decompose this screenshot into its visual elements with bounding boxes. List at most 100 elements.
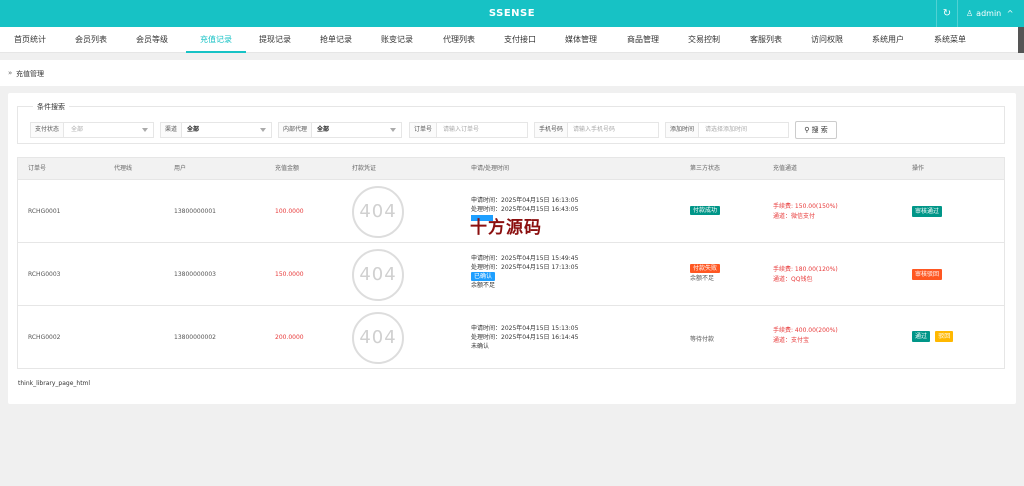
voucher-image[interactable]: 404 xyxy=(352,249,404,301)
breadcrumb-arrow-icon: » xyxy=(8,69,13,77)
refresh-icon[interactable]: ↻ xyxy=(936,0,958,27)
col-third-status: 第三方状态 xyxy=(690,165,721,172)
col-order-no: 订单号 xyxy=(28,165,47,172)
search-icon: ⚲ xyxy=(804,126,810,134)
col-user: 用户 xyxy=(174,165,187,172)
search-button[interactable]: ⚲ 搜 索 xyxy=(795,121,837,139)
channel-label: 渠道 xyxy=(161,123,183,137)
third-status-badge: 付款成功 xyxy=(690,206,721,215)
top-bar: SSENSE ↻ ♙ admin ^ xyxy=(0,0,1024,27)
fee: 手续费: 180.00(120%) xyxy=(773,266,838,273)
breadcrumb-text: 充值管理 xyxy=(16,70,44,78)
pay-status-value: 全部 xyxy=(71,126,84,133)
reject-button[interactable]: 审核驳回 xyxy=(912,269,943,280)
nav-item-system-users[interactable]: 系统用户 xyxy=(872,27,904,53)
voucher-image[interactable]: 404 xyxy=(352,312,404,364)
channel-block: 手续费: 180.00(120%) 通道：QQ钱包 xyxy=(773,265,838,285)
user-menu[interactable]: ♙ admin ^ xyxy=(966,0,1017,27)
phone-input[interactable]: 请输入手机号码 xyxy=(573,123,615,137)
time-block: 申请时间：2025年04月15日 15:49:45 处理时间：2025年04月1… xyxy=(471,254,578,290)
add-time-field[interactable]: 添加时间 请选择添加时间 xyxy=(665,122,789,138)
nav-item-home-stats[interactable]: 首页统计 xyxy=(14,27,46,53)
nav-item-members[interactable]: 会员列表 xyxy=(75,27,107,53)
col-voucher: 打款凭证 xyxy=(352,165,377,172)
process-time: 处理时间：2025年04月15日 17:13:05 xyxy=(471,264,579,271)
col-actions: 操作 xyxy=(912,165,925,172)
user-icon: ♙ xyxy=(966,9,974,18)
amount: 150.0000 xyxy=(275,271,304,278)
user-phone: 13800000003 xyxy=(174,271,216,278)
nav-item-withdraw[interactable]: 提现记录 xyxy=(259,27,291,53)
apply-time: 申请时间：2025年04月15日 15:49:45 xyxy=(471,255,579,262)
nav-item-payment-api[interactable]: 支付接口 xyxy=(504,27,536,53)
apply-time: 申请时间：2025年04月15日 16:13:05 xyxy=(471,197,579,204)
channel-block: 手续费: 400.00(200%) 通道：支付宝 xyxy=(773,326,838,346)
nav-item-member-levels[interactable]: 会员等级 xyxy=(136,27,168,53)
nav-scrollbar[interactable] xyxy=(1018,27,1024,53)
col-time: 申请/处理时间 xyxy=(471,165,510,172)
fee: 手续费: 150.00(150%) xyxy=(773,203,838,210)
third-status: 付款失败 余额不足 xyxy=(690,264,721,284)
process-time: 处理时间：2025年04月15日 16:14:45 xyxy=(471,334,579,341)
nav-item-media[interactable]: 媒体管理 xyxy=(565,27,597,53)
channel-block: 手续费: 150.00(150%) 通道：微信支付 xyxy=(773,202,838,222)
third-status-note: 等待付款 xyxy=(690,336,715,343)
username: admin xyxy=(976,9,1002,18)
apply-time: 申请时间：2025年04月15日 15:13:05 xyxy=(471,325,579,332)
nav-item-trade-control[interactable]: 交易控制 xyxy=(688,27,720,53)
reject-button[interactable]: 驳回 xyxy=(935,331,954,342)
pager: think_library_page_html xyxy=(18,380,91,387)
table-row: RCHG0002 13800000002 200.0000 404 申请时间：2… xyxy=(18,306,1004,369)
third-status: 付款成功 xyxy=(690,206,721,215)
agent-select[interactable]: 内部代理 全部 xyxy=(278,122,402,138)
order-no-input[interactable]: 请输入订单号 xyxy=(443,123,479,137)
content-panel: 条件搜索 支付状态 全部 渠道 全部 内部代理 全部 订单号 请输入订单号 手机… xyxy=(8,93,1016,404)
time-block: 申请时间：2025年04月15日 15:13:05 处理时间：2025年04月1… xyxy=(471,324,578,351)
third-status-badge: 付款失败 xyxy=(690,264,721,273)
app-title: SSENSE xyxy=(488,8,536,19)
table-header: 订单号 代理线 用户 充值金额 打款凭证 申请/处理时间 第三方状态 充值通道 … xyxy=(18,158,1004,180)
channel-name: 通道：支付宝 xyxy=(773,337,810,344)
add-time-input[interactable]: 请选择添加时间 xyxy=(705,123,747,137)
voucher-image[interactable]: 404 xyxy=(352,186,404,238)
agent-value: 全部 xyxy=(317,126,330,133)
phone-label: 手机号码 xyxy=(535,123,569,137)
col-channel: 充值通道 xyxy=(773,165,798,172)
phone-field[interactable]: 手机号码 请输入手机号码 xyxy=(534,122,659,138)
breadcrumb: » 充值管理 xyxy=(0,60,1024,86)
order-no: RCHG0001 xyxy=(28,208,61,215)
actions: 通过 驳回 xyxy=(912,331,956,342)
channel-name: 通道：QQ钱包 xyxy=(773,276,813,283)
nav-item-recharge[interactable]: 充值记录 xyxy=(186,27,246,53)
chevron-up-icon: ^ xyxy=(1006,9,1014,18)
third-status: 等待付款 xyxy=(690,334,714,343)
chevron-down-icon xyxy=(390,128,396,132)
nav-item-goods[interactable]: 商品管理 xyxy=(627,27,659,53)
nav-item-access[interactable]: 访问权限 xyxy=(811,27,843,53)
approve-button[interactable]: 审核通过 xyxy=(912,206,943,217)
nav-item-ledger[interactable]: 账变记录 xyxy=(381,27,413,53)
actions: 审核驳回 xyxy=(912,269,945,280)
order-no-label: 订单号 xyxy=(410,123,438,137)
chevron-down-icon xyxy=(142,128,148,132)
fee: 手续费: 400.00(200%) xyxy=(773,327,838,334)
nav-item-system-menu[interactable]: 系统菜单 xyxy=(934,27,966,53)
main-nav: 首页统计 会员列表 会员等级 充值记录 提现记录 抢单记录 账变记录 代理列表 … xyxy=(0,27,1024,53)
order-no-field[interactable]: 订单号 请输入订单号 xyxy=(409,122,528,138)
pay-status-label: 支付状态 xyxy=(31,123,65,137)
col-amount: 充值金额 xyxy=(275,165,300,172)
recharge-table: 订单号 代理线 用户 充值金额 打款凭证 申请/处理时间 第三方状态 充值通道 … xyxy=(17,157,1005,369)
actions: 审核通过 xyxy=(912,206,945,217)
confirm-badge: 已确认 xyxy=(471,272,496,281)
nav-item-agents[interactable]: 代理列表 xyxy=(443,27,475,53)
search-button-label: 搜 索 xyxy=(811,126,828,134)
user-phone: 13800000001 xyxy=(174,208,216,215)
agent-label: 内部代理 xyxy=(279,123,313,137)
user-phone: 13800000002 xyxy=(174,334,216,341)
nav-item-support[interactable]: 客服列表 xyxy=(750,27,782,53)
pay-status-select[interactable]: 支付状态 全部 xyxy=(30,122,154,138)
amount: 100.0000 xyxy=(275,208,304,215)
approve-button[interactable]: 通过 xyxy=(912,331,931,342)
nav-item-grab-orders[interactable]: 抢单记录 xyxy=(320,27,352,53)
channel-select[interactable]: 渠道 全部 xyxy=(160,122,272,138)
